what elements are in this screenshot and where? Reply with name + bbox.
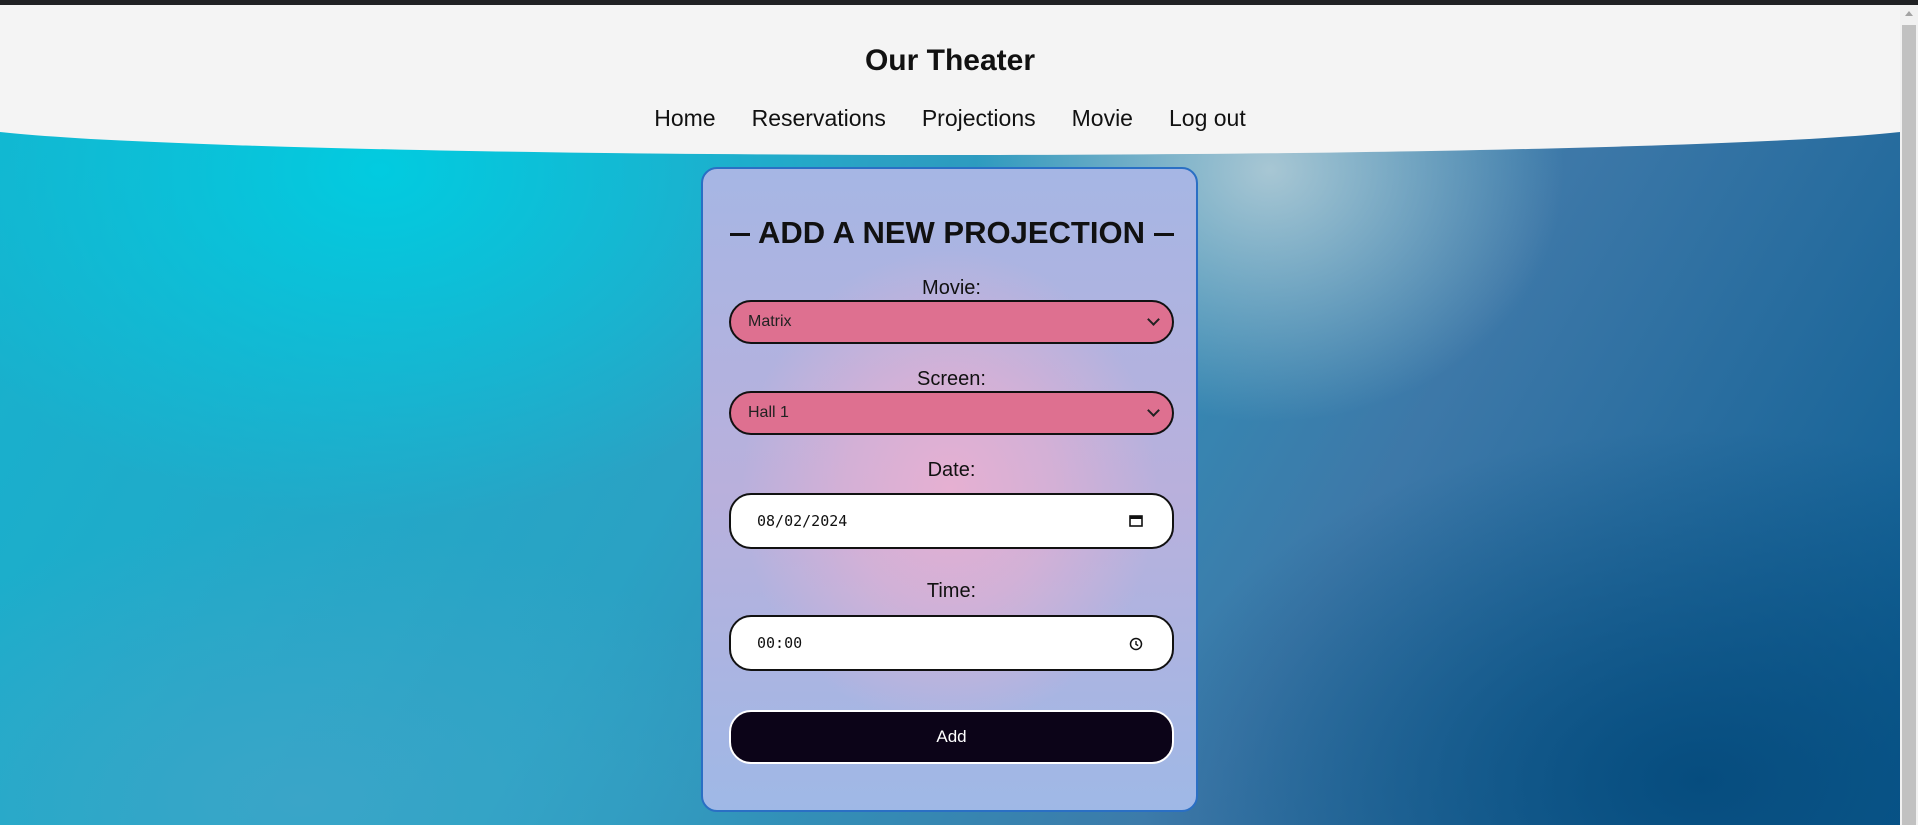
nav-logout[interactable]: Log out [1169,105,1246,132]
nav-movie[interactable]: Movie [1072,105,1133,132]
chevron-down-icon [1147,313,1160,326]
movie-label: Movie: [922,277,981,299]
site-title: Our Theater [864,44,1036,77]
time-label: Time: [926,580,977,602]
main-nav: Home Reservations Projections Movie Log … [0,105,1900,132]
clock-icon[interactable] [1129,637,1143,651]
date-input-value: 08/02/2024 [757,512,848,530]
movie-select-value: Matrix [748,313,792,330]
scrollbar-thumb[interactable] [1902,25,1916,825]
scroll-up-button[interactable] [1900,5,1918,22]
screen-select-value: Hall 1 [748,404,789,421]
time-input-value: 00:00 [757,634,803,652]
date-input[interactable]: 08/02/2024 [729,493,1174,549]
title-dash-right [1154,233,1174,236]
add-button[interactable]: Add [729,710,1174,764]
movie-select[interactable]: Matrix [729,300,1174,344]
add-projection-card: ADD A NEW PROJECTION Movie: Matrix Scree… [701,167,1198,812]
time-input[interactable]: 00:00 [729,615,1174,671]
calendar-icon[interactable] [1129,514,1143,527]
chevron-down-icon [1147,404,1160,417]
nav-projections[interactable]: Projections [922,105,1036,132]
screen-select[interactable]: Hall 1 [729,391,1174,435]
vertical-scrollbar[interactable] [1900,5,1918,825]
nav-home[interactable]: Home [654,105,715,132]
nav-reservations[interactable]: Reservations [752,105,886,132]
arrow-up-icon [1905,11,1913,16]
date-label: Date: [927,459,976,481]
browser-top-bar [0,0,1918,5]
screen-label: Screen: [917,368,986,390]
form-title: ADD A NEW PROJECTION [758,215,1145,250]
